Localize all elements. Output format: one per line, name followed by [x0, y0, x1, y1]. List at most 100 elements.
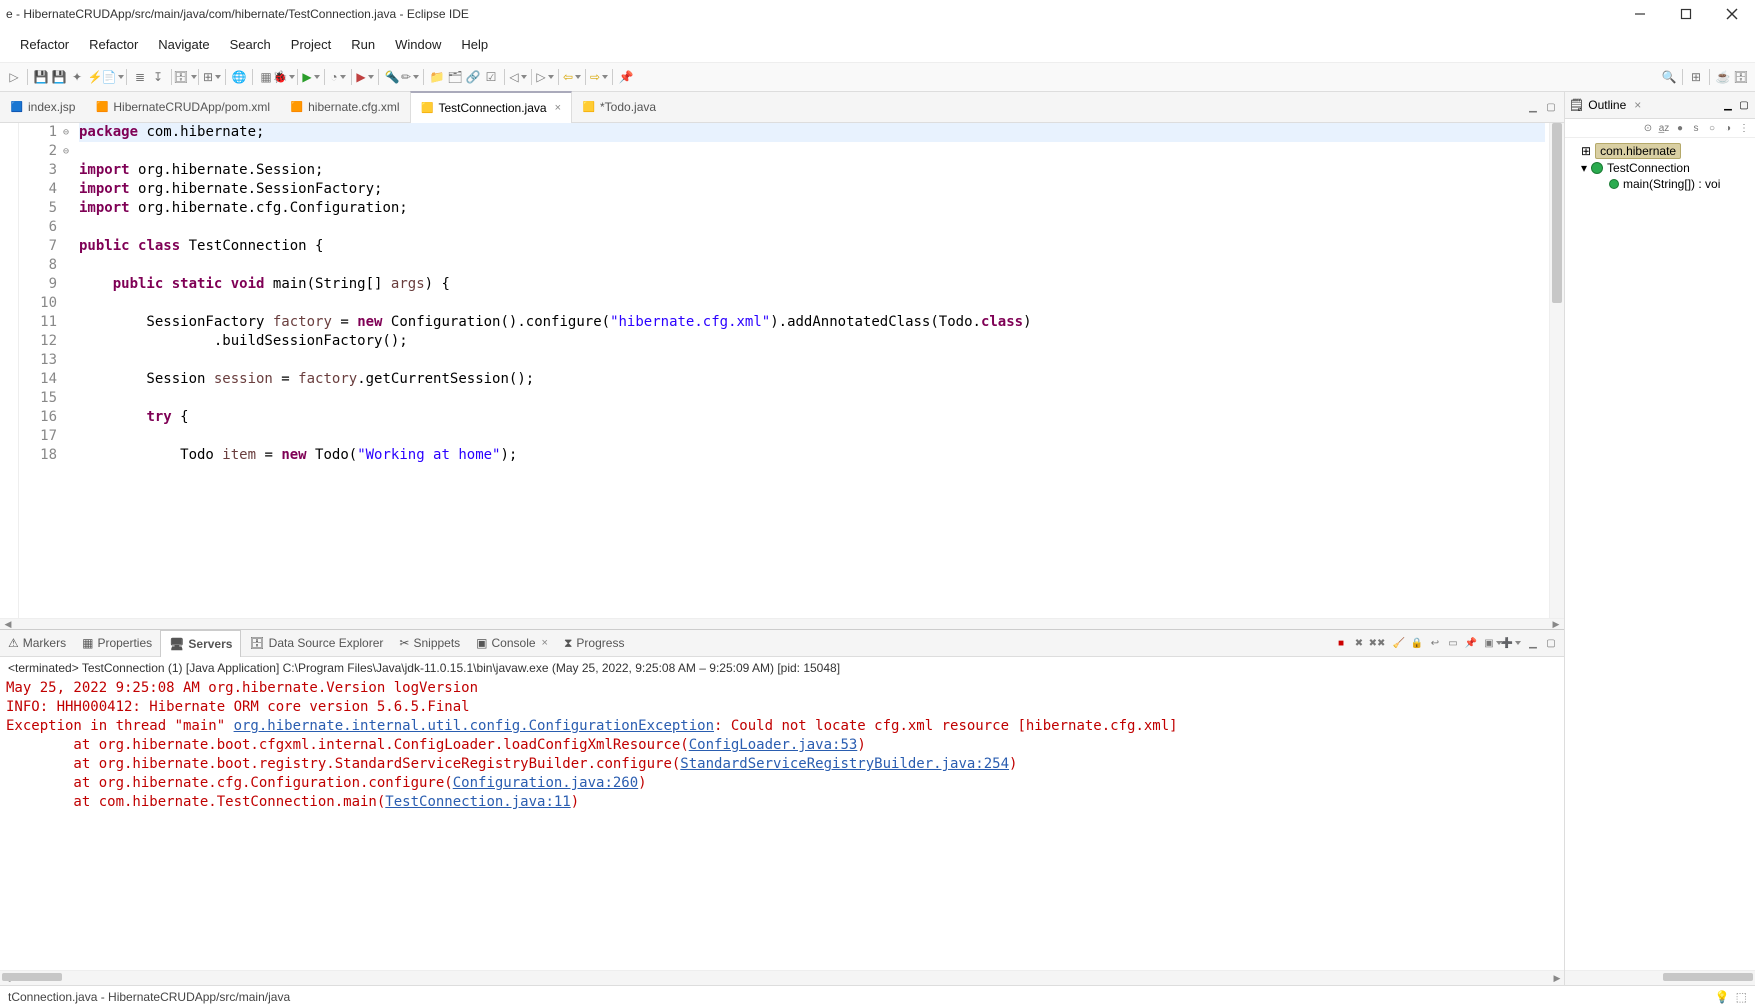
globe-icon[interactable]: 🌐: [231, 69, 247, 85]
coverage-dropdown[interactable]: ◔: [330, 69, 346, 85]
status-updates-icon[interactable]: ⬚: [1736, 990, 1747, 1004]
outline-scroll-thumb[interactable]: [1663, 973, 1753, 981]
hide-static-icon[interactable]: s: [1689, 121, 1703, 135]
play-icon[interactable]: ▷: [6, 69, 22, 85]
hide-nonpublic-icon[interactable]: ○: [1705, 121, 1719, 135]
stack-trace-link[interactable]: ConfigLoader.java:53: [689, 737, 858, 753]
wand-dropdown[interactable]: ✏: [402, 69, 418, 85]
scroll-left-icon[interactable]: ◀: [0, 619, 16, 630]
view-maximize-icon[interactable]: ▢: [1544, 636, 1558, 650]
new-dropdown[interactable]: 📄: [105, 69, 121, 85]
perspective-jee-icon[interactable]: 🗄: [1733, 69, 1749, 85]
bottom-tab-snippets[interactable]: ✂Snippets: [391, 630, 468, 656]
editor[interactable]: 123456789101112131415161718 ⊖⊖ package c…: [0, 123, 1564, 618]
fwd-small-dropdown[interactable]: ▷: [537, 69, 553, 85]
editor-tab[interactable]: 🟨*Todo.java: [572, 92, 666, 122]
pin-editor-icon[interactable]: 📌: [618, 69, 634, 85]
pin-console-icon[interactable]: 📌: [1464, 636, 1478, 650]
menu-refactor[interactable]: Refactor: [10, 33, 79, 56]
folder-sync-icon[interactable]: 🗂: [447, 69, 463, 85]
menu-search[interactable]: Search: [220, 33, 281, 56]
display-console-dropdown[interactable]: ▣: [1486, 636, 1500, 650]
focus-icon[interactable]: ⊙: [1641, 121, 1655, 135]
task-icon[interactable]: ☑: [483, 69, 499, 85]
close-button[interactable]: [1709, 0, 1755, 28]
ext-tools-dropdown[interactable]: ▶: [357, 69, 373, 85]
bottom-tab-data-source-explorer[interactable]: 🗄Data Source Explorer: [241, 630, 391, 656]
remove-all-icon[interactable]: ✖✖: [1370, 636, 1384, 650]
editor-tab[interactable]: 🟧HibernateCRUDApp/pom.xml: [85, 92, 280, 122]
code-area[interactable]: package com.hibernate; import org.hibern…: [75, 123, 1549, 465]
menu-project[interactable]: Project: [281, 33, 341, 56]
outline-close-icon[interactable]: ×: [1634, 98, 1641, 112]
forward-dropdown[interactable]: ⇨: [591, 69, 607, 85]
outline-horizontal-scrollbar[interactable]: [1565, 970, 1755, 985]
browser-dropdown[interactable]: ⊞: [204, 69, 220, 85]
show-console-icon[interactable]: ▭: [1446, 636, 1460, 650]
back-small-dropdown[interactable]: ◁: [510, 69, 526, 85]
search-toolbar-icon[interactable]: 🔍: [1661, 69, 1677, 85]
run-dropdown[interactable]: ▶: [303, 69, 319, 85]
bottom-tab-markers[interactable]: ⚠Markers: [0, 630, 74, 656]
menu-navigate[interactable]: Navigate: [148, 33, 219, 56]
menu-window[interactable]: Window: [385, 33, 451, 56]
editor-maximize-icon[interactable]: ▢: [1544, 100, 1558, 114]
bottom-tab-properties[interactable]: ▦Properties: [74, 630, 160, 656]
view-minimize-icon[interactable]: ▁: [1526, 636, 1540, 650]
stack-trace-link[interactable]: TestConnection.java:11: [385, 794, 570, 810]
stack-trace-link[interactable]: org.hibernate.internal.util.config.Confi…: [234, 718, 714, 734]
scroll-right-icon[interactable]: ▶: [1548, 619, 1564, 630]
menu-run[interactable]: Run: [341, 33, 385, 56]
folder-icon[interactable]: 📁: [429, 69, 445, 85]
maximize-button[interactable]: [1663, 0, 1709, 28]
clear-console-icon[interactable]: 🧹: [1392, 636, 1406, 650]
terminate-icon[interactable]: ■: [1334, 636, 1348, 650]
stack-trace-link[interactable]: StandardServiceRegistryBuilder.java:254: [680, 756, 1009, 772]
editor-tab[interactable]: 🟨TestConnection.java×: [410, 91, 573, 123]
overview-ruler[interactable]: [1549, 123, 1564, 618]
editor-minimize-icon[interactable]: ▁: [1526, 100, 1540, 114]
scroll-lock-icon[interactable]: 🔒: [1410, 636, 1424, 650]
console-horizontal-scrollbar[interactable]: ◀ ▶: [0, 970, 1564, 985]
open-console-dropdown[interactable]: ➕: [1504, 636, 1518, 650]
hide-local-icon[interactable]: ◑: [1721, 121, 1735, 135]
stack-trace-link[interactable]: Configuration.java:260: [453, 775, 638, 791]
perspective-java-icon[interactable]: ☕: [1715, 69, 1731, 85]
outline-method[interactable]: main(String[]) : voi: [1567, 176, 1753, 192]
editor-tab[interactable]: 🟦index.jsp: [0, 92, 85, 122]
wand-icon[interactable]: ✦: [69, 69, 85, 85]
outline-min-icon[interactable]: ▁: [1721, 98, 1735, 112]
minimize-button[interactable]: [1617, 0, 1663, 28]
editor-horizontal-scrollbar[interactable]: ◀ ▶: [0, 618, 1564, 629]
sort-az-icon[interactable]: a̲z: [1657, 121, 1671, 135]
outline-class[interactable]: ▾TestConnection: [1567, 160, 1753, 176]
console-output[interactable]: May 25, 2022 9:25:08 AM org.hibernate.Ve…: [0, 679, 1564, 970]
outline-package[interactable]: ⊞com.hibernate: [1567, 142, 1753, 160]
toggle-icon[interactable]: ≣: [132, 69, 148, 85]
status-tip-icon[interactable]: 💡: [1715, 990, 1730, 1004]
open-perspective-icon[interactable]: ⊞: [1688, 69, 1704, 85]
server-dropdown[interactable]: 🗄: [177, 69, 193, 85]
sort-icon[interactable]: ↧: [150, 69, 166, 85]
flashlight-icon[interactable]: 🔦: [384, 69, 400, 85]
back-dropdown[interactable]: ⇦: [564, 69, 580, 85]
link-icon[interactable]: 🔗: [465, 69, 481, 85]
menu-help[interactable]: Help: [451, 33, 498, 56]
outline-max-icon[interactable]: ▢: [1737, 98, 1751, 112]
remove-launch-icon[interactable]: ✖: [1352, 636, 1366, 650]
bottom-tab-console[interactable]: ▣Console×: [468, 630, 556, 656]
folding-gutter[interactable]: ⊖⊖: [63, 123, 75, 618]
view-close-icon[interactable]: ×: [542, 637, 548, 649]
bottom-tab-servers[interactable]: 🖥Servers: [160, 630, 241, 657]
editor-tab[interactable]: 🟧hibernate.cfg.xml: [280, 92, 409, 122]
overview-thumb[interactable]: [1552, 123, 1562, 303]
save-icon[interactable]: 💾: [33, 69, 49, 85]
view-menu-icon[interactable]: ⋮: [1737, 121, 1751, 135]
menu-refactor[interactable]: Refactor: [79, 33, 148, 56]
bottom-tab-progress[interactable]: ⧗Progress: [556, 630, 632, 656]
console-scroll-right-icon[interactable]: ▶: [1550, 971, 1564, 985]
expand-icon[interactable]: ▾: [1581, 161, 1587, 175]
save-all-icon[interactable]: 💾: [51, 69, 67, 85]
console-scroll-thumb[interactable]: [2, 973, 62, 981]
debug-dropdown[interactable]: 🐞: [276, 69, 292, 85]
